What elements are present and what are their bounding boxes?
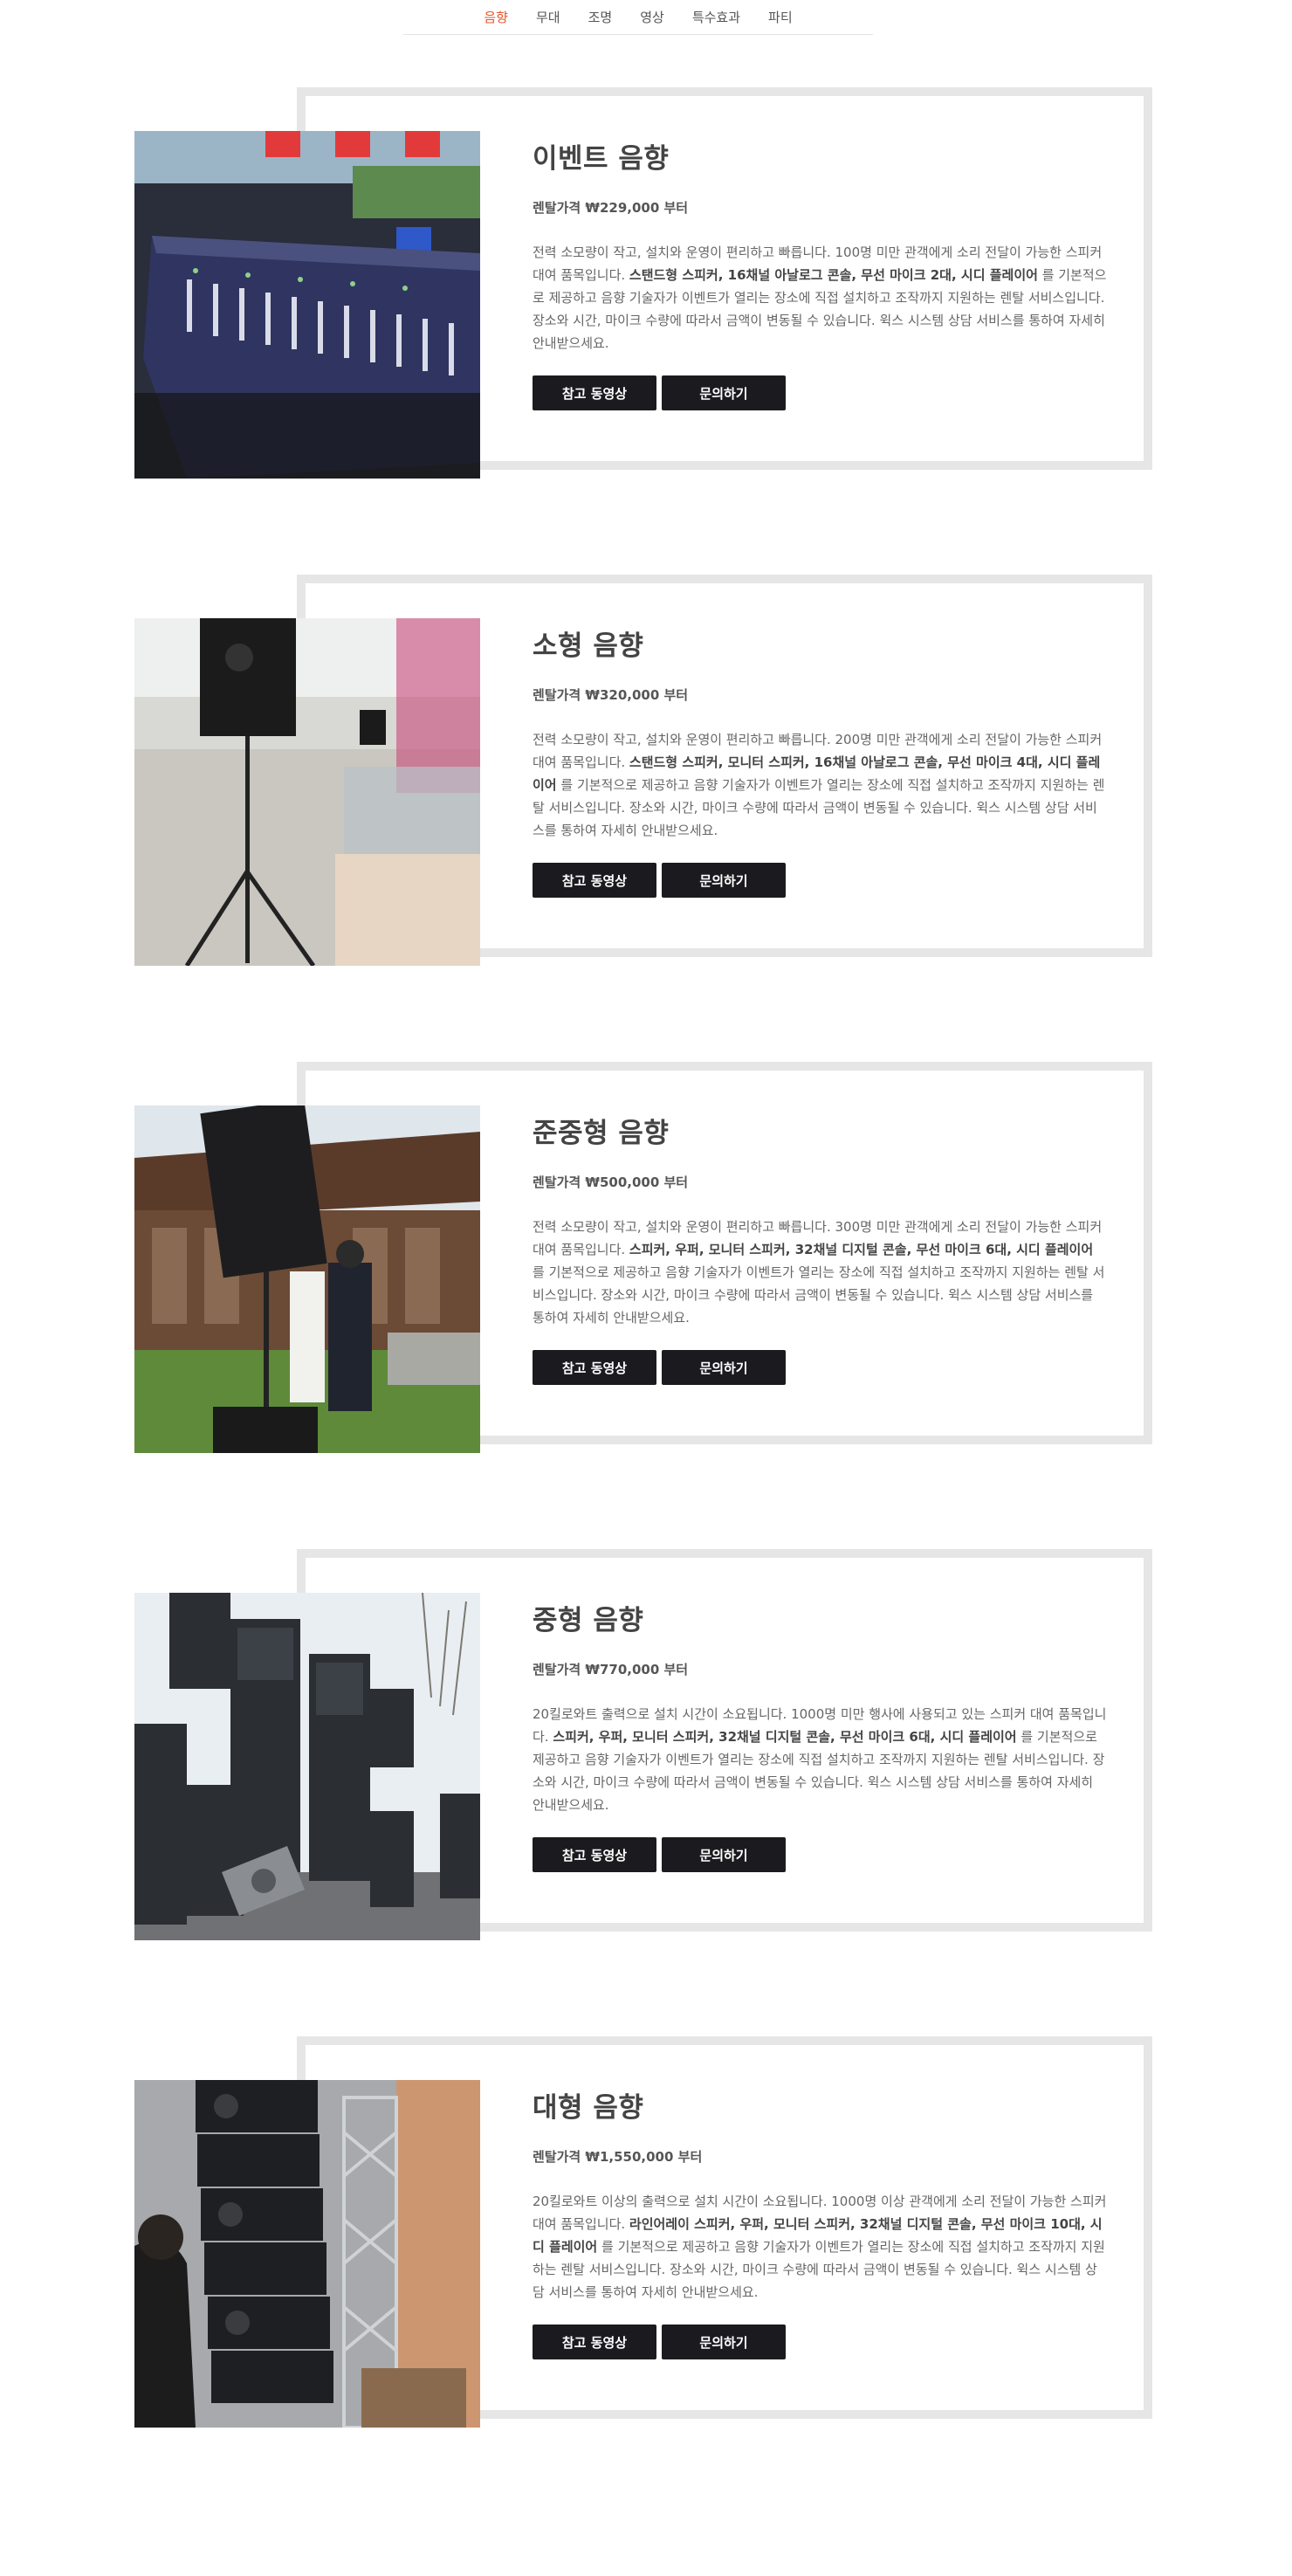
mixing-console-photo [134,131,480,479]
product-description: 20킬로와트 이상의 출력으로 설치 시간이 소요됩니다. 1000명 이상 관… [533,2194,1107,2300]
product-description: 20킬로와트 출력으로 설치 시간이 소요됩니다. 1000명 미만 행사에 사… [533,1706,1107,1813]
product-card-semi-medium-sound: 준중형 음향 렌탈가격 ₩500,000 부터 전력 소모량이 작고, 설치와 … [0,1062,1292,1464]
reference-video-button[interactable]: 참고 동영상 [533,2325,656,2359]
rental-price: 렌탈가격 ₩770,000 부터 [533,1662,689,1677]
product-description: 전력 소모량이 작고, 설치와 운영이 편리하고 빠릅니다. 100명 미만 관… [533,245,1107,351]
product-description: 전력 소모량이 작고, 설치와 운영이 편리하고 빠릅니다. 300명 미만 관… [533,1219,1105,1326]
product-title: 소형 음향 [533,630,644,662]
speaker-stacks-outdoor-photo [134,1593,480,1940]
product-card-large-sound: 대형 음향 렌탈가격 ₩1,550,000 부터 20킬로와트 이상의 출력으로… [0,2036,1292,2438]
product-title: 중형 음향 [533,1605,644,1636]
inquiry-button[interactable]: 문의하기 [662,863,786,898]
inquiry-button[interactable]: 문의하기 [662,2325,786,2359]
product-card-small-sound: 소형 음향 렌탈가격 ₩320,000 부터 전력 소모량이 작고, 설치와 운… [0,575,1292,976]
nav-item-video[interactable]: 영상 [626,0,678,35]
rental-price: 렌탈가격 ₩320,000 부터 [533,687,689,703]
nav-item-party[interactable]: 파티 [754,0,807,35]
reference-video-button[interactable]: 참고 동영상 [533,1837,656,1872]
nav-item-stage[interactable]: 무대 [522,0,574,35]
product-card-event-sound: 이벤트 음향 렌탈가격 ₩229,000 부터 전력 소모량이 작고, 설치와 … [0,87,1292,489]
inquiry-button[interactable]: 문의하기 [662,1837,786,1872]
included-equipment: 스피커, 우퍼, 모니터 스피커, 32채널 디지털 콘솔, 무선 마이크 6대… [553,1729,1017,1745]
card-content: 대형 음향 렌탈가격 ₩1,550,000 부터 20킬로와트 이상의 출력으로… [533,2080,1109,2359]
inquiry-button[interactable]: 문의하기 [662,1350,786,1385]
product-card-medium-sound: 중형 음향 렌탈가격 ₩770,000 부터 20킬로와트 출력으로 설치 시간… [0,1549,1292,1951]
reference-video-button[interactable]: 참고 동영상 [533,1350,656,1385]
line-array-truss-photo [134,2080,480,2428]
card-content: 이벤트 음향 렌탈가격 ₩229,000 부터 전력 소모량이 작고, 설치와 … [533,131,1109,410]
nav-item-sound[interactable]: 음향 [470,0,522,35]
card-content: 중형 음향 렌탈가격 ₩770,000 부터 20킬로와트 출력으로 설치 시간… [533,1593,1109,1872]
reference-video-button[interactable]: 참고 동영상 [533,863,656,898]
product-title: 준중형 음향 [533,1118,670,1149]
rental-price: 렌탈가격 ₩1,550,000 부터 [533,2149,703,2165]
included-equipment: 스피커, 우퍼, 모니터 스피커, 32채널 디지털 콘솔, 무선 마이크 6대… [629,1242,1094,1257]
rental-price: 렌탈가격 ₩229,000 부터 [533,200,689,216]
card-content: 소형 음향 렌탈가격 ₩320,000 부터 전력 소모량이 작고, 설치와 운… [533,618,1109,898]
top-nav: 음향 무대 조명 영상 특수효과 파티 [403,0,873,35]
speaker-at-hanok-photo [134,1105,480,1453]
rental-price: 렌탈가격 ₩500,000 부터 [533,1174,689,1190]
speaker-on-stand-mall-photo [134,618,480,966]
included-equipment: 스탠드형 스피커, 16채널 아날로그 콘솔, 무선 마이크 2대, 시디 플레… [629,267,1038,283]
inquiry-button[interactable]: 문의하기 [662,375,786,410]
product-title: 대형 음향 [533,2092,644,2124]
product-title: 이벤트 음향 [533,143,670,175]
nav-item-special-effects[interactable]: 특수효과 [678,0,754,35]
card-content: 준중형 음향 렌탈가격 ₩500,000 부터 전력 소모량이 작고, 설치와 … [533,1105,1109,1385]
reference-video-button[interactable]: 참고 동영상 [533,375,656,410]
product-description: 전력 소모량이 작고, 설치와 운영이 편리하고 빠릅니다. 200명 미만 관… [533,732,1105,838]
nav-item-lighting[interactable]: 조명 [574,0,627,35]
